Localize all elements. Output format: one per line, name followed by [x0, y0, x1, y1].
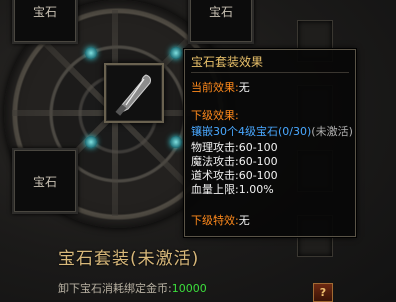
ring-jewel	[85, 47, 97, 59]
unload-cost-value: 10000	[171, 282, 207, 295]
unload-cost-label: 卸下宝石消耗绑定金币:	[58, 282, 172, 295]
stat-label: 血量上限:	[191, 183, 239, 196]
current-effect-line: 当前效果:无	[191, 81, 250, 95]
ring-jewel	[85, 136, 97, 148]
stat-label: 道术攻击:	[191, 169, 239, 182]
ring-jewel	[170, 47, 182, 59]
gem-set-tooltip: 宝石套装效果 当前效果:无 下级效果: 镶嵌30个4级宝石(0/30)(未激活)…	[184, 49, 356, 237]
stat-value: 60-100	[238, 169, 278, 182]
unload-cost: 卸下宝石消耗绑定金币:10000	[58, 280, 207, 296]
gem-set-panel: 宝石 宝石 宝石 宝石套装(未激活) 卸下宝石消耗绑定金币:10000 ? 宝石…	[0, 0, 396, 302]
gem-slot-label: 宝石	[208, 4, 233, 19]
stat-label: 魔法攻击:	[191, 155, 239, 168]
stat-line: 血量上限:1.00%	[191, 183, 274, 197]
stat-value: 1.00%	[238, 183, 274, 196]
gem-slot-label: 宝石	[32, 4, 57, 19]
special-effect-value: 无	[238, 214, 250, 227]
special-effect-label: 下级特效:	[191, 214, 239, 227]
stat-line: 物理攻击:60-100	[191, 141, 278, 155]
stat-line: 道术攻击:60-100	[191, 169, 278, 183]
current-effect-value: 无	[238, 81, 250, 94]
current-effect-label: 当前效果:	[191, 81, 239, 94]
tooltip-title: 宝石套装效果	[191, 55, 264, 69]
gem-set-title: 宝石套装(未激活)	[58, 249, 200, 269]
inlay-status: (未激活)	[311, 125, 353, 138]
gem-slot-top-right[interactable]: 宝石	[188, 0, 254, 44]
stat-value: 60-100	[238, 155, 278, 168]
inlay-requirement-line: 镶嵌30个4级宝石(0/30)(未激活)	[191, 125, 353, 139]
stat-value: 60-100	[238, 141, 278, 154]
gem-slot-label: 宝石	[32, 174, 57, 189]
inlay-requirement: 镶嵌30个4级宝石(0/30)	[191, 125, 312, 138]
gem-slot-bottom-left[interactable]: 宝石	[12, 148, 78, 214]
sword-icon	[115, 74, 151, 116]
special-effect-line: 下级特效:无	[191, 214, 250, 228]
ring-jewel	[170, 136, 182, 148]
tooltip-divider	[191, 72, 349, 73]
gem-slot-top-left[interactable]: 宝石	[12, 0, 78, 44]
equipped-weapon-slot[interactable]	[104, 63, 164, 123]
next-effect-label: 下级效果:	[191, 109, 239, 122]
help-button[interactable]: ?	[313, 283, 333, 302]
stat-line: 魔法攻击:60-100	[191, 155, 278, 169]
stat-label: 物理攻击:	[191, 141, 239, 154]
